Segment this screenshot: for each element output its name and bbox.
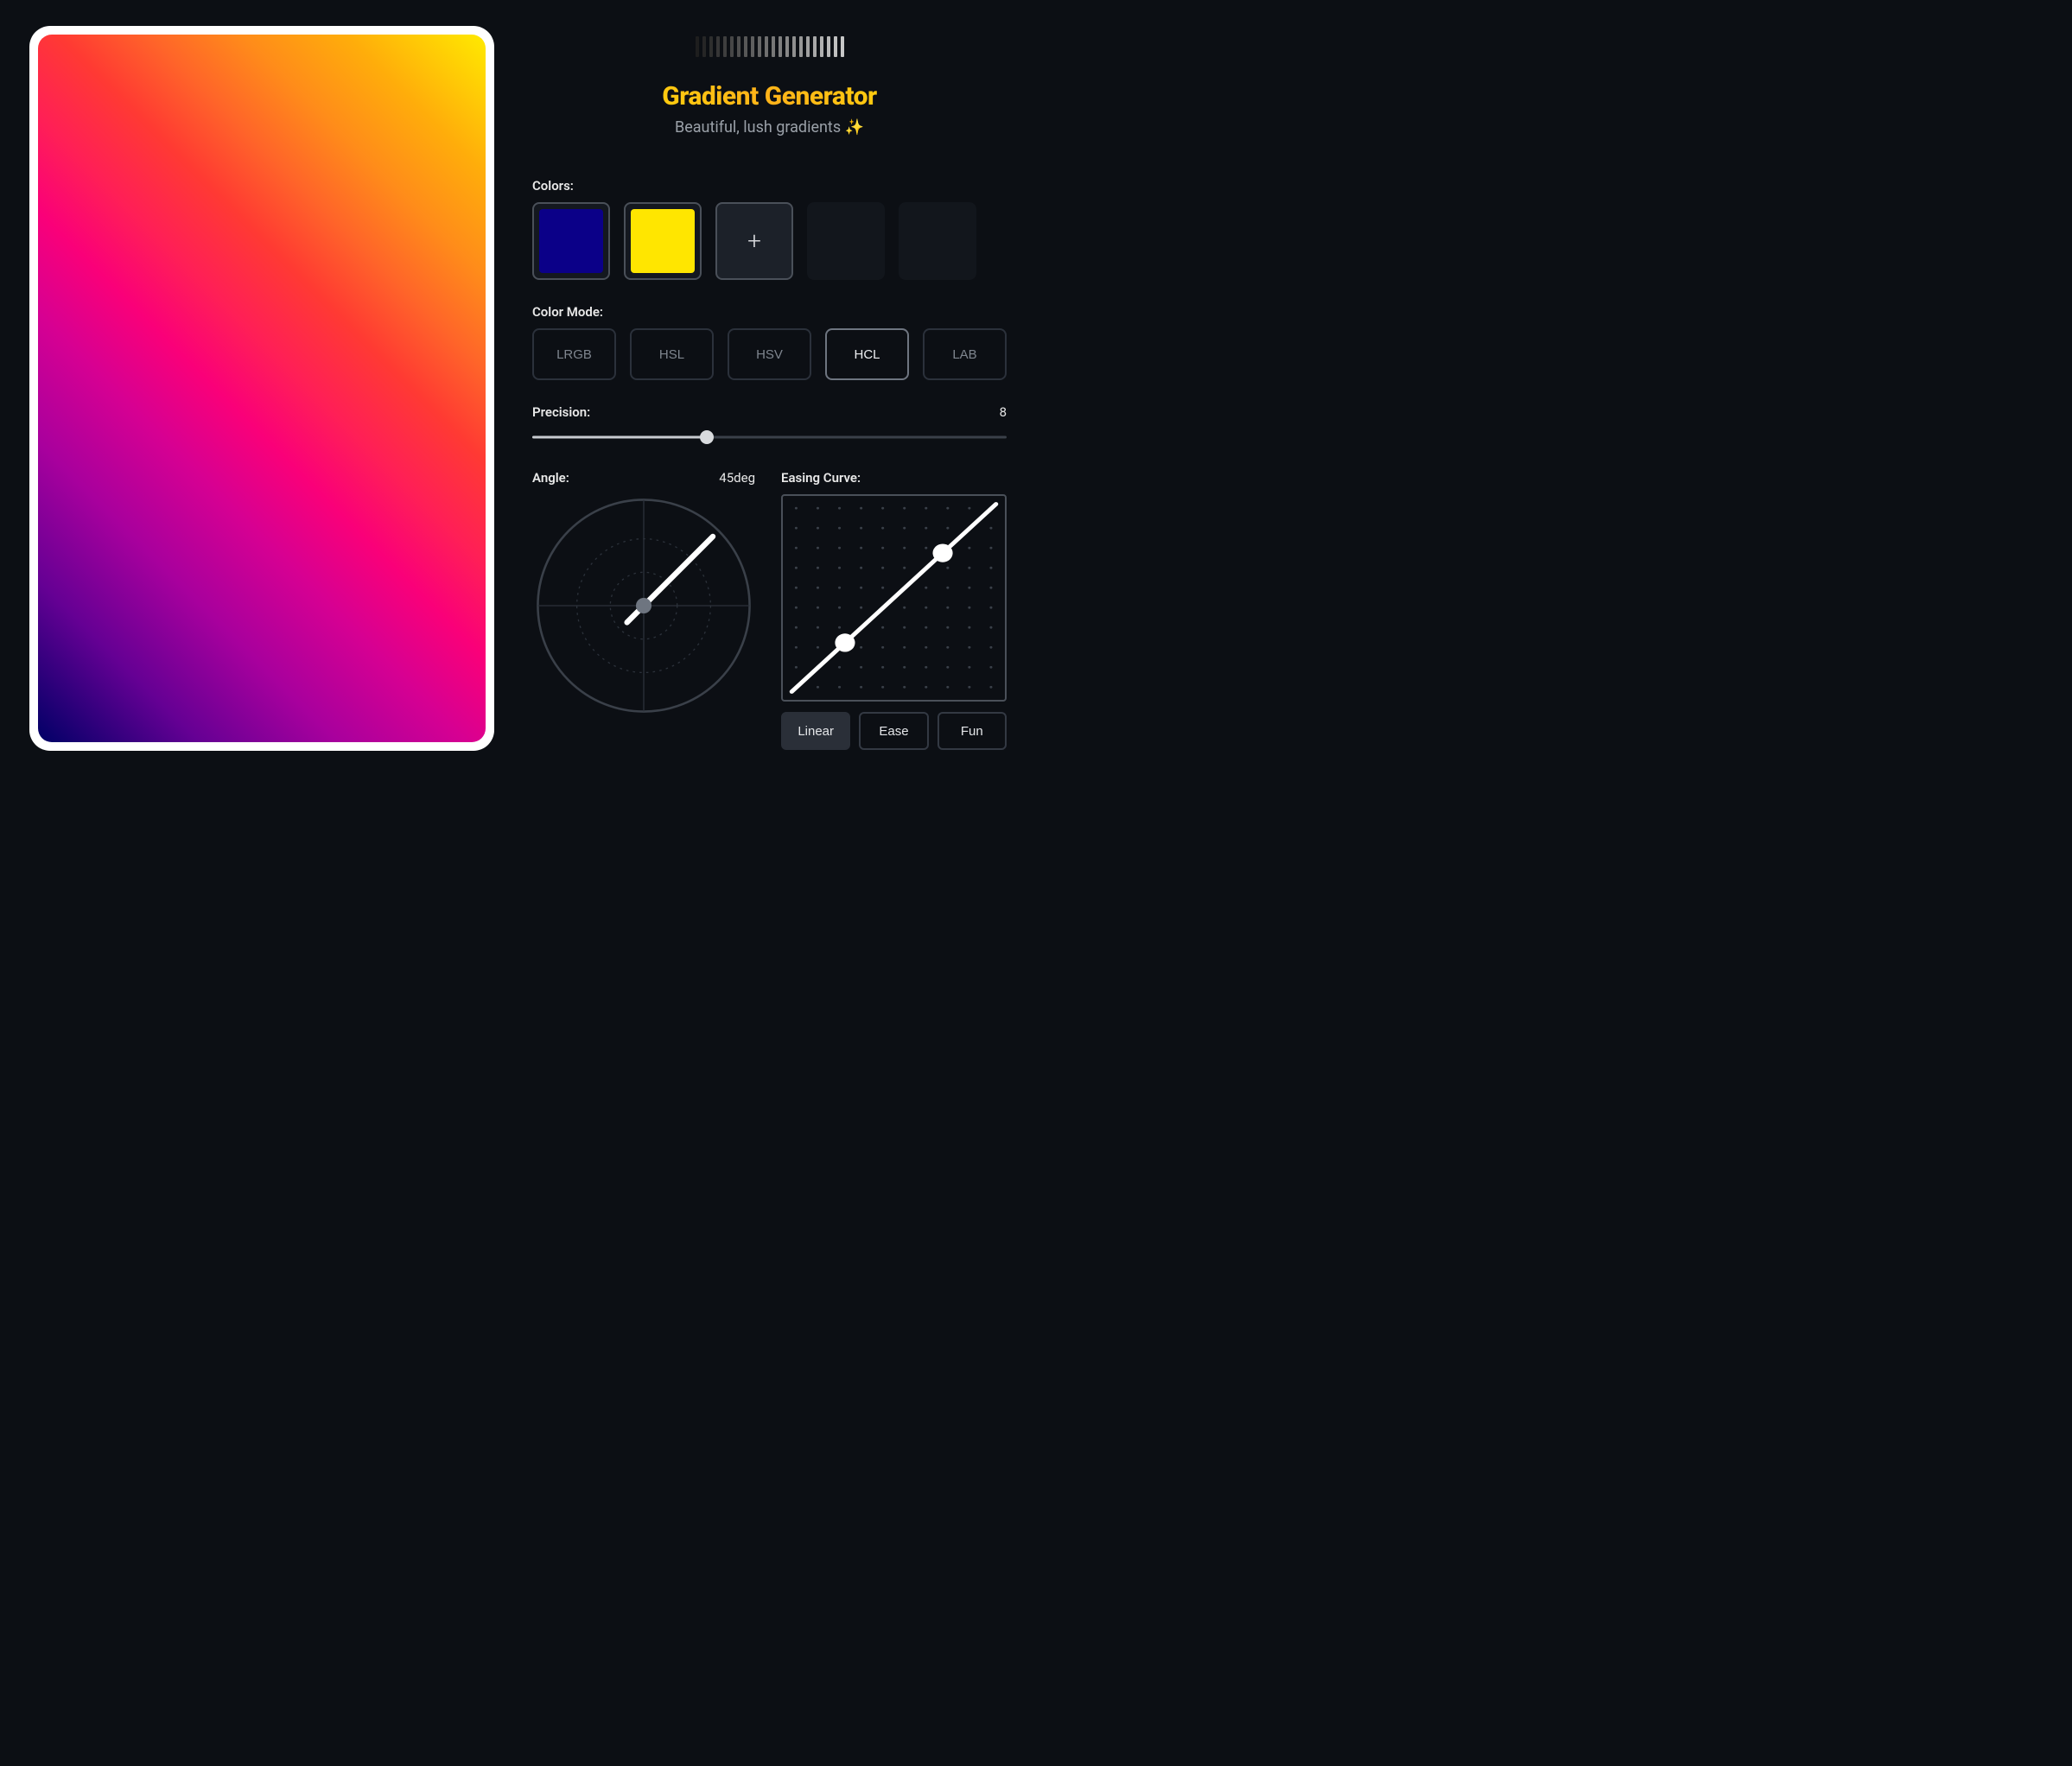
easing-preset-row: LinearEaseFun (781, 712, 1007, 750)
color-swatch-fill (631, 209, 695, 273)
angle-label: Angle: (532, 470, 569, 486)
plus-icon: + (747, 229, 761, 253)
color-swatch-empty (899, 202, 976, 280)
header: Gradient Generator Beautiful, lush gradi… (532, 26, 1007, 137)
precision-section: Precision: 8 (532, 404, 1007, 446)
app-subtitle: Beautiful, lush gradients ✨ (532, 118, 1007, 137)
angle-dial[interactable] (532, 494, 755, 717)
gradient-preview-frame (29, 26, 494, 751)
color-mode-hsl[interactable]: HSL (630, 328, 714, 380)
easing-preset-ease[interactable]: Ease (859, 712, 928, 750)
angle-value: 45deg (719, 470, 755, 486)
slider-fill (532, 436, 707, 439)
angle-section: Angle: 45deg (532, 470, 755, 750)
color-swatch-row: + (532, 202, 1007, 280)
gradient-preview (38, 35, 486, 742)
color-mode-row: LRGB HSL HSV HCL LAB (532, 328, 1007, 380)
app-root: Gradient Generator Beautiful, lush gradi… (0, 0, 1036, 777)
color-mode-lrgb[interactable]: LRGB (532, 328, 616, 380)
color-mode-lab[interactable]: LAB (923, 328, 1007, 380)
easing-handle-1[interactable] (835, 633, 855, 651)
decorative-bars-icon (532, 36, 1007, 57)
easing-handle-2[interactable] (932, 543, 952, 562)
color-mode-hsv[interactable]: HSV (728, 328, 811, 380)
easing-preset-linear[interactable]: Linear (781, 712, 850, 750)
color-swatch-0[interactable] (532, 202, 610, 280)
app-title: Gradient Generator (532, 81, 1007, 111)
color-mode-hcl[interactable]: HCL (825, 328, 909, 380)
angle-pivot (636, 598, 651, 613)
easing-curve-editor[interactable] (781, 494, 1007, 702)
easing-preset-fun[interactable]: Fun (937, 712, 1007, 750)
precision-label: Precision: (532, 404, 590, 420)
color-mode-section: Color Mode: LRGB HSL HSV HCL LAB (532, 304, 1007, 380)
angle-easing-row: Angle: 45deg Eas (532, 470, 1007, 750)
slider-thumb[interactable] (700, 430, 714, 444)
easing-section: Easing Curve: LinearEaseFun (781, 470, 1007, 750)
easing-label: Easing Curve: (781, 470, 861, 486)
precision-slider[interactable] (532, 429, 1007, 446)
colors-section: Colors: + (532, 178, 1007, 280)
easing-curve-line (791, 504, 995, 691)
add-color-button[interactable]: + (715, 202, 793, 280)
color-swatch-empty (807, 202, 885, 280)
color-swatch-fill (539, 209, 603, 273)
precision-value: 8 (1000, 404, 1007, 420)
color-swatch-1[interactable] (624, 202, 702, 280)
color-mode-label: Color Mode: (532, 304, 603, 320)
colors-label: Colors: (532, 178, 574, 194)
controls-panel: Gradient Generator Beautiful, lush gradi… (532, 26, 1007, 751)
